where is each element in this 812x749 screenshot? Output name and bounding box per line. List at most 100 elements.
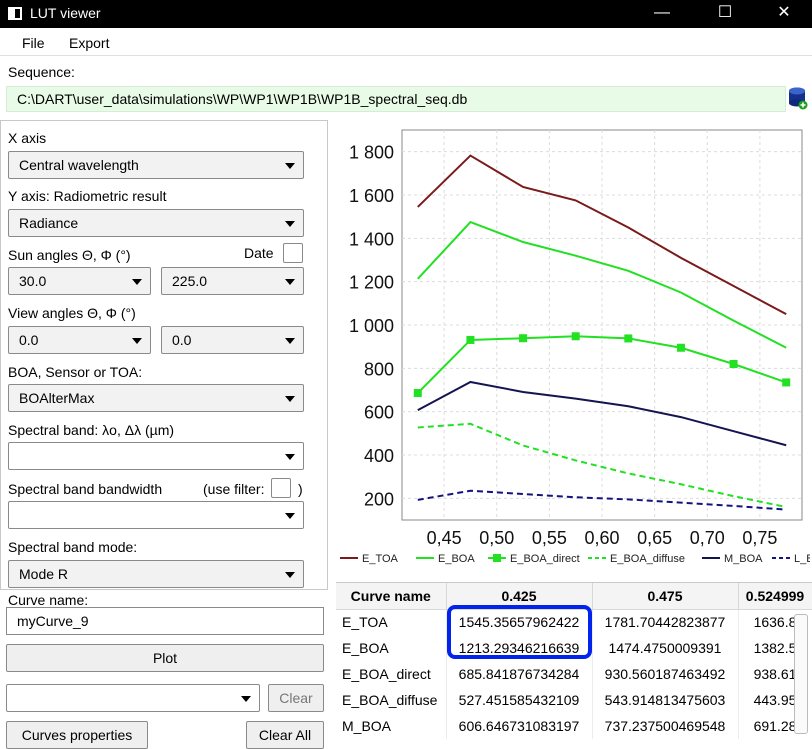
data-point-e-boa-direct bbox=[519, 334, 528, 343]
x-axis-select[interactable]: Central wavelength bbox=[8, 151, 304, 179]
legend-label: E_TOA bbox=[362, 553, 399, 565]
x-tick-label: 0,65 bbox=[637, 528, 672, 548]
x-tick-label: 0,50 bbox=[479, 528, 514, 548]
y-tick-label: 1 800 bbox=[349, 143, 394, 163]
chevron-down-icon bbox=[285, 221, 295, 227]
sun-phi-select[interactable]: 225.0 bbox=[161, 267, 304, 295]
date-checkbox[interactable] bbox=[283, 243, 303, 263]
x-tick-label: 0,75 bbox=[742, 528, 777, 548]
sequence-path-field[interactable]: C:\DART\user_data\simulations\WP\WP1\WP1… bbox=[6, 86, 786, 112]
sun-angles-label: Sun angles Θ, Φ (°) bbox=[8, 247, 131, 263]
minimize-button[interactable]: — bbox=[642, 2, 682, 26]
y-tick-label: 600 bbox=[364, 403, 394, 423]
data-point-e-boa-direct bbox=[624, 334, 633, 343]
curve-name-cell: E_BOA bbox=[336, 635, 447, 661]
column-header[interactable]: Curve name bbox=[336, 583, 447, 610]
data-point-e-boa-direct bbox=[413, 389, 422, 398]
menu-bar: File Export bbox=[0, 28, 812, 56]
chevron-down-icon bbox=[132, 338, 142, 344]
chevron-down-icon bbox=[285, 279, 295, 285]
table-row[interactable]: E_BOA_diffuse 527.451585432109 543.9148134… bbox=[336, 687, 812, 713]
sun-theta-select[interactable]: 30.0 bbox=[8, 267, 151, 295]
legend-label: E_BOA bbox=[438, 553, 475, 565]
column-header[interactable]: 0.524999 bbox=[738, 583, 812, 610]
legend-label: L_BOA bbox=[794, 553, 810, 565]
sequence-label: Sequence: bbox=[8, 64, 75, 80]
chevron-down-icon bbox=[285, 163, 295, 169]
value-cell: 527.451585432109 bbox=[446, 687, 593, 713]
highlight-box bbox=[447, 605, 592, 659]
y-tick-label: 1 400 bbox=[349, 229, 394, 249]
radiometric-chart: 200 400 600 800 1 000 1 200 1 400 1 600 1 800 0,4… bbox=[340, 129, 810, 565]
maximize-button[interactable]: ☐ bbox=[705, 2, 745, 26]
view-phi-select[interactable]: 0.0 bbox=[161, 326, 304, 354]
y-axis-select[interactable]: Radiance bbox=[8, 209, 304, 237]
close-button[interactable]: ✕ bbox=[764, 2, 804, 26]
clear-all-button[interactable]: Clear All bbox=[246, 721, 324, 749]
chevron-down-icon bbox=[285, 454, 295, 460]
use-filter-checkbox[interactable] bbox=[271, 478, 291, 498]
table-row[interactable]: M_BOA 606.646731083197 737.237500469548 691… bbox=[336, 713, 812, 739]
bandwidth-select[interactable] bbox=[8, 501, 304, 529]
value-cell: 606.646731083197 bbox=[446, 713, 593, 739]
x-axis-label: X axis bbox=[8, 130, 47, 146]
legend-label: E_BOA_direct bbox=[510, 553, 580, 565]
curve-select[interactable] bbox=[6, 684, 260, 712]
y-tick-label: 1 600 bbox=[349, 186, 394, 206]
database-add-icon[interactable] bbox=[788, 86, 808, 110]
curve-name-cell: E_BOA_diffuse bbox=[336, 687, 447, 713]
use-filter-close: ) bbox=[298, 481, 303, 497]
spectral-band-label: Spectral band: λo, Δλ (µm) bbox=[8, 422, 175, 438]
plot-button[interactable]: Plot bbox=[6, 644, 324, 672]
x-tick-label: 0,55 bbox=[532, 528, 567, 548]
y-tick-label: 400 bbox=[364, 446, 394, 466]
x-tick-label: 0,70 bbox=[690, 528, 725, 548]
window-title: LUT viewer bbox=[30, 5, 101, 21]
level-label: BOA, Sensor or TOA: bbox=[8, 364, 143, 380]
data-point-e-boa-direct bbox=[782, 378, 791, 387]
chevron-down-icon bbox=[285, 396, 295, 402]
band-mode-label: Spectral band mode: bbox=[8, 539, 138, 555]
table-scrollbar[interactable] bbox=[794, 614, 808, 734]
column-header[interactable]: 0.475 bbox=[592, 583, 739, 610]
use-filter-label: (use filter: bbox=[203, 481, 265, 497]
curve-name-input[interactable]: myCurve_9 bbox=[6, 607, 324, 635]
y-tick-label: 1 200 bbox=[349, 273, 394, 293]
spectral-band-select[interactable] bbox=[8, 442, 304, 470]
data-point-e-boa-direct bbox=[676, 343, 685, 352]
menu-export[interactable]: Export bbox=[69, 35, 109, 51]
level-select[interactable]: BOAlterMax bbox=[8, 384, 304, 412]
value-cell: 930.560187463492 bbox=[592, 661, 739, 687]
legend-label: M_BOA bbox=[724, 553, 763, 565]
chevron-down-icon bbox=[132, 279, 142, 285]
date-label: Date bbox=[244, 245, 274, 261]
view-theta-value: 0.0 bbox=[19, 332, 39, 348]
y-axis-label: Y axis: Radiometric result bbox=[8, 188, 167, 204]
table-row[interactable]: E_BOA_direct 685.841876734284 930.56018746… bbox=[336, 661, 812, 687]
y-tick-label: 1 000 bbox=[349, 316, 394, 336]
y-tick-label: 800 bbox=[364, 359, 394, 379]
bandwidth-label: Spectral band bandwidth bbox=[8, 481, 163, 497]
clear-button[interactable]: Clear bbox=[268, 684, 324, 712]
legend-label: E_BOA_diffuse bbox=[610, 553, 685, 565]
chevron-down-icon bbox=[285, 513, 295, 519]
curves-properties-button[interactable]: Curves properties bbox=[6, 721, 148, 749]
y-axis-value: Radiance bbox=[19, 215, 79, 231]
chevron-down-icon bbox=[241, 696, 251, 702]
y-tick-label: 200 bbox=[364, 489, 394, 509]
view-theta-select[interactable]: 0.0 bbox=[8, 326, 151, 354]
data-point-e-boa-direct bbox=[571, 332, 580, 341]
app-icon bbox=[8, 7, 22, 20]
value-cell: 1781.70442823877 bbox=[592, 609, 739, 635]
data-point-e-boa-direct bbox=[466, 335, 475, 344]
view-phi-value: 0.0 bbox=[172, 332, 192, 348]
band-mode-select[interactable]: Mode R bbox=[8, 560, 304, 588]
sun-phi-value: 225.0 bbox=[172, 273, 208, 289]
level-value: BOAlterMax bbox=[19, 390, 95, 406]
value-cell: 737.237500469548 bbox=[592, 713, 739, 739]
band-mode-value: Mode R bbox=[19, 566, 69, 582]
value-cell: 543.914813475603 bbox=[592, 687, 739, 713]
view-angles-label: View angles Θ, Φ (°) bbox=[8, 305, 136, 321]
value-cell: 1474.4750009391 bbox=[592, 635, 739, 661]
menu-file[interactable]: File bbox=[22, 35, 45, 51]
